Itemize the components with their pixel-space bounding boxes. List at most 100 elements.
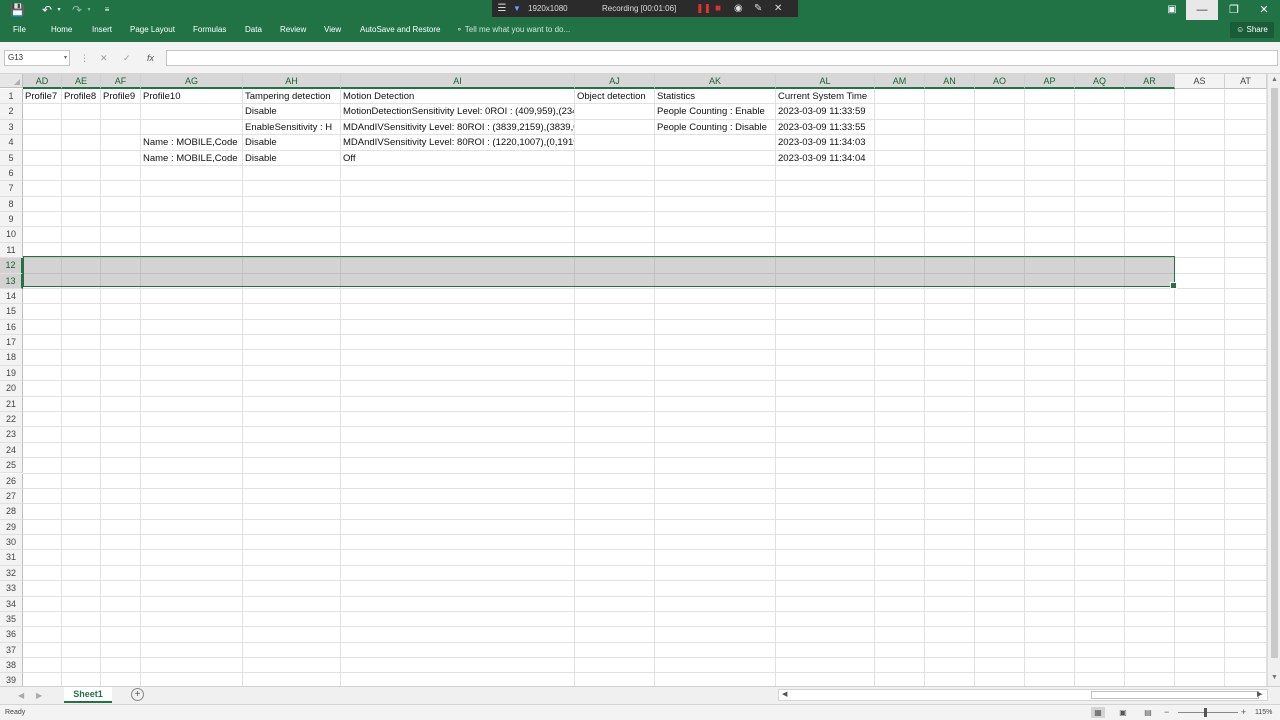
row-header-24[interactable]: 24 [0, 442, 23, 459]
tab-autosave-restore[interactable]: AutoSave and Restore [360, 20, 441, 40]
cell-ai2[interactable]: MotionDetectionSensitivity Level: 0ROI :… [341, 104, 574, 119]
formula-input[interactable] [166, 50, 1278, 66]
formula-bar-handle-icon[interactable]: ⋮ [80, 50, 89, 66]
column-header-af[interactable]: AF [101, 74, 141, 89]
row-header-4[interactable]: 4 [0, 135, 23, 151]
cancel-icon[interactable]: ✕ [100, 50, 108, 66]
tab-review[interactable]: Review [280, 20, 306, 40]
cell-ad1[interactable]: Profile7 [23, 89, 61, 104]
row-header-12[interactable]: 12 [0, 258, 23, 274]
cell-al2[interactable]: 2023-03-09 11:33:59 [776, 104, 874, 119]
row-header-29[interactable]: 29 [0, 519, 23, 535]
cell-ak2[interactable]: People Counting : Enable [655, 104, 775, 119]
row-header-11[interactable]: 11 [0, 242, 23, 259]
scroll-left-icon[interactable]: ◀ [782, 690, 787, 700]
row-header-10[interactable]: 10 [0, 227, 23, 243]
column-header-ap[interactable]: AP [1025, 74, 1075, 89]
row-header-34[interactable]: 34 [0, 596, 23, 612]
cell-ah3[interactable]: EnableSensitivity : H [243, 120, 340, 135]
row-header-27[interactable]: 27 [0, 488, 23, 505]
row-header-2[interactable]: 2 [0, 104, 23, 120]
name-box-dropdown-icon[interactable]: ▾ [64, 51, 67, 65]
minimize-icon[interactable]: — [1186, 0, 1218, 20]
cell-ak1[interactable]: Statistics [655, 89, 775, 104]
row-header-22[interactable]: 22 [0, 411, 23, 428]
redo-dropdown-icon[interactable]: ▾ [85, 2, 93, 18]
tab-scroll-right-icon[interactable]: ▶ [36, 689, 42, 703]
tab-data[interactable]: Data [245, 20, 262, 40]
row-header-32[interactable]: 32 [0, 565, 23, 582]
vertical-scroll-thumb[interactable] [1271, 88, 1278, 658]
undo-dropdown-icon[interactable]: ▾ [55, 2, 63, 18]
stop-icon[interactable]: ■ [715, 0, 721, 17]
close-recorder-icon[interactable]: ✕ [774, 0, 782, 17]
select-all-corner[interactable] [0, 74, 23, 88]
name-box[interactable]: G13 ▾ [4, 50, 70, 66]
row-header-31[interactable]: 31 [0, 550, 23, 566]
cell-ae1[interactable]: Profile8 [62, 89, 100, 104]
page-layout-view-icon[interactable]: ▣ [1116, 707, 1130, 718]
column-header-ar[interactable]: AR [1125, 74, 1175, 89]
row-header-17[interactable]: 17 [0, 335, 23, 351]
cell-ak3[interactable]: People Counting : Disable [655, 120, 775, 135]
vertical-scrollbar[interactable]: ▲ ▼ [1267, 74, 1280, 686]
scroll-up-icon[interactable]: ▲ [1268, 76, 1280, 83]
row-header-14[interactable]: 14 [0, 288, 23, 305]
row-header-3[interactable]: 3 [0, 119, 23, 136]
cell-ah2[interactable]: Disable [243, 104, 340, 119]
redo-icon[interactable]: ↷ [70, 2, 84, 18]
cell-al1[interactable]: Current System Time [776, 89, 874, 104]
column-header-ae[interactable]: AE [62, 74, 101, 89]
zoom-out-icon[interactable]: − [1164, 705, 1169, 720]
tab-file[interactable]: File [13, 20, 26, 40]
column-header-ai[interactable]: AI [341, 74, 575, 89]
row-header-26[interactable]: 26 [0, 473, 23, 489]
cell-ah4[interactable]: Disable [243, 135, 340, 150]
horizontal-scrollbar[interactable]: ◀ ▶ [778, 689, 1268, 701]
restore-icon[interactable]: ❐ [1218, 0, 1250, 20]
row-header-9[interactable]: 9 [0, 212, 23, 228]
menu-icon[interactable]: ☰ [496, 0, 508, 17]
horizontal-scroll-thumb[interactable] [1091, 691, 1259, 699]
column-header-as[interactable]: AS [1175, 74, 1225, 89]
tab-view[interactable]: View [324, 20, 341, 40]
tab-home[interactable]: Home [51, 20, 72, 40]
share-button[interactable]: ☺ Share [1230, 22, 1274, 38]
row-header-7[interactable]: 7 [0, 181, 23, 197]
column-header-ah[interactable]: AH [243, 74, 341, 89]
cell-al3[interactable]: 2023-03-09 11:33:55 [776, 120, 874, 135]
row-header-37[interactable]: 37 [0, 642, 23, 659]
page-break-view-icon[interactable]: ▤ [1141, 707, 1155, 718]
cell-ai4[interactable]: MDAndIVSensitivity Level: 80ROI : (1220,… [341, 135, 574, 150]
row-header-8[interactable]: 8 [0, 196, 23, 213]
row-header-15[interactable]: 15 [0, 304, 23, 320]
pause-icon[interactable]: ❚❚ [696, 0, 711, 17]
tab-formulas[interactable]: Formulas [193, 20, 226, 40]
column-header-ad[interactable]: AD [23, 74, 62, 89]
column-header-aq[interactable]: AQ [1075, 74, 1125, 89]
row-header-30[interactable]: 30 [0, 535, 23, 551]
scroll-down-icon[interactable]: ▼ [1268, 674, 1280, 681]
cell-af1[interactable]: Profile9 [101, 89, 140, 104]
column-header-ao[interactable]: AO [975, 74, 1025, 89]
row-header-21[interactable]: 21 [0, 396, 23, 412]
row-header-38[interactable]: 38 [0, 658, 23, 674]
cell-ai3[interactable]: MDAndIVSensitivity Level: 80ROI : (3839,… [341, 120, 574, 135]
tab-insert[interactable]: Insert [92, 20, 112, 40]
column-header-an[interactable]: AN [925, 74, 975, 89]
row-header-28[interactable]: 28 [0, 504, 23, 520]
column-header-at[interactable]: AT [1225, 74, 1267, 89]
row-header-5[interactable]: 5 [0, 150, 23, 166]
row-header-33[interactable]: 33 [0, 581, 23, 597]
cell-aj1[interactable]: Object detection [575, 89, 654, 104]
tab-scroll-left-icon[interactable]: ◀ [18, 689, 24, 703]
row-header-19[interactable]: 19 [0, 365, 23, 382]
row-header-1[interactable]: 1 [0, 89, 23, 105]
row-header-23[interactable]: 23 [0, 427, 23, 443]
row-header-25[interactable]: 25 [0, 458, 23, 474]
pin-icon[interactable]: ▼ [512, 0, 522, 17]
enter-icon[interactable]: ✓ [123, 50, 131, 66]
cell-ai1[interactable]: Motion Detection [341, 89, 574, 104]
row-header-36[interactable]: 36 [0, 627, 23, 643]
add-sheet-icon[interactable]: + [131, 688, 144, 701]
